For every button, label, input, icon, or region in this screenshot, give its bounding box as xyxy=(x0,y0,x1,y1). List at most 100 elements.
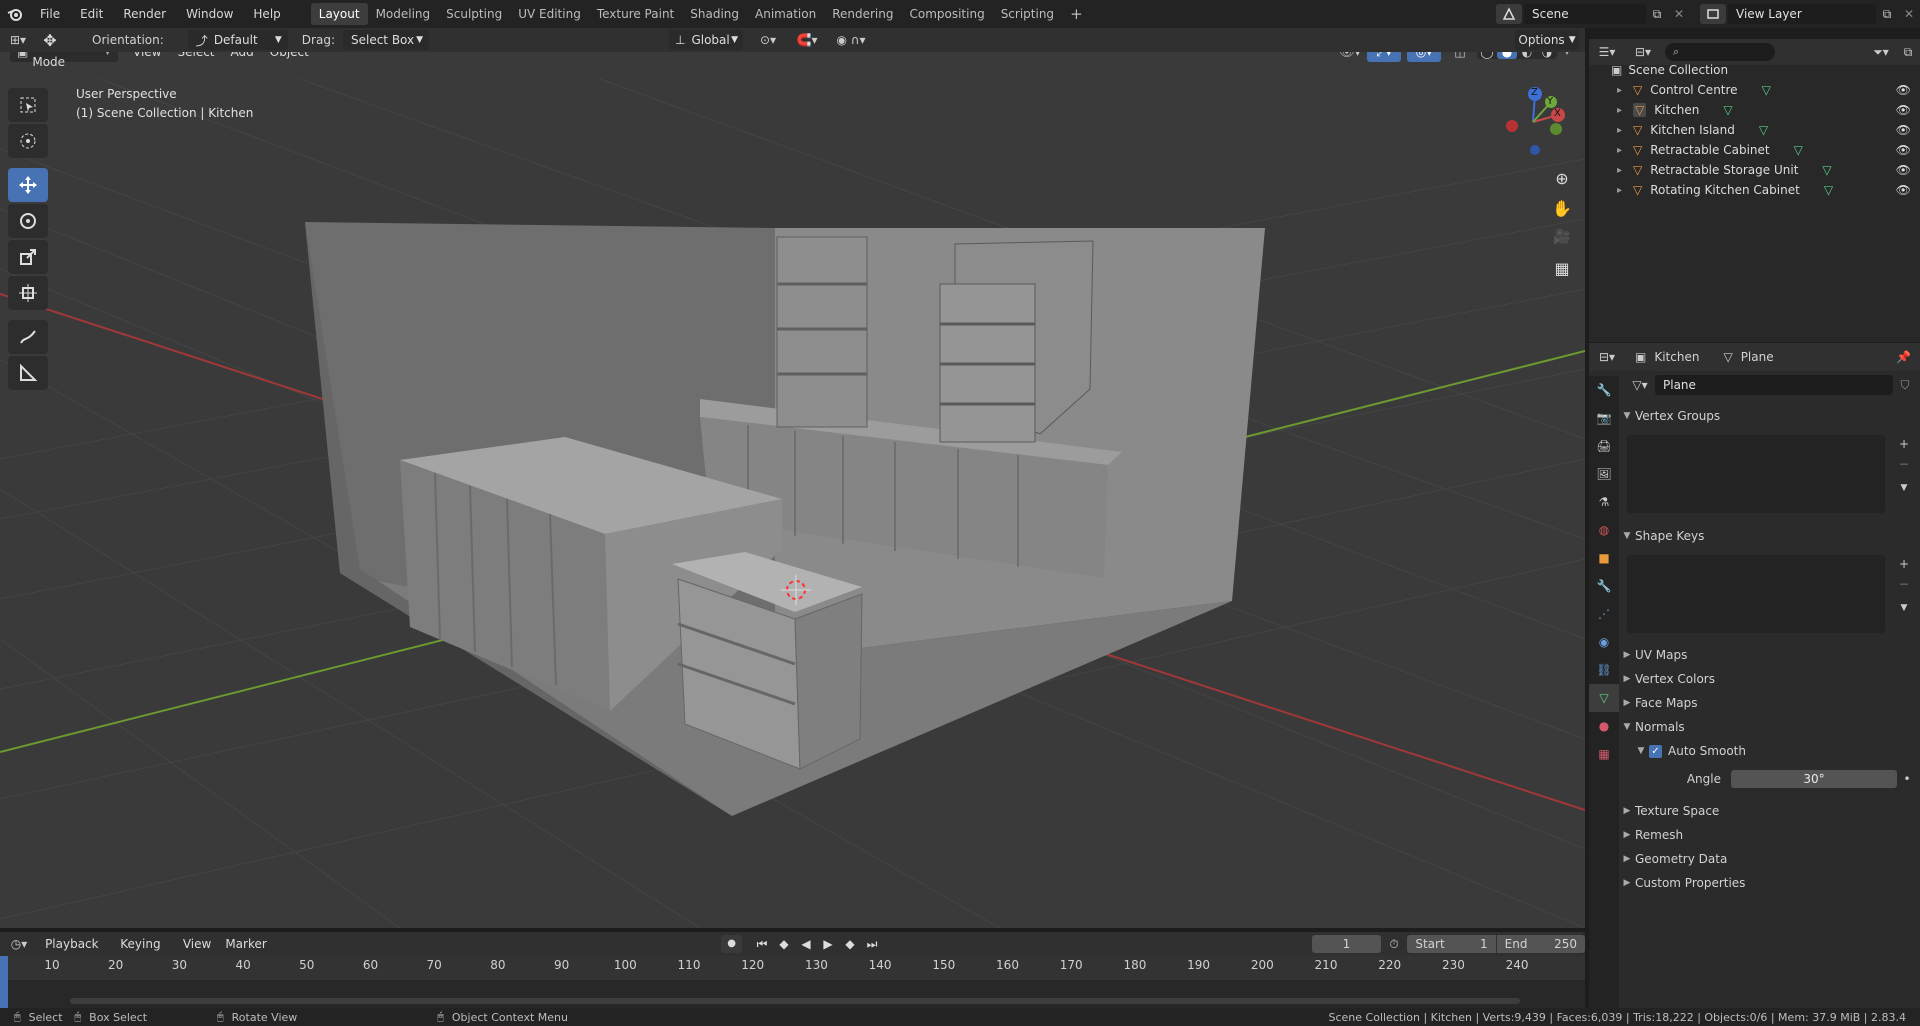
tab-rendering[interactable]: Rendering xyxy=(824,3,901,25)
delete-view-layer-icon[interactable]: ✕ xyxy=(1898,7,1920,21)
vertex-groups-panel-header[interactable]: ▼ Vertex Groups xyxy=(1619,404,1920,428)
next-keyframe-icon[interactable]: ◆ xyxy=(840,937,860,952)
play-reverse-icon[interactable]: ◀ xyxy=(796,937,816,952)
timeline-view-menu[interactable]: View xyxy=(176,934,218,954)
jump-start-icon[interactable]: ⏮ xyxy=(752,937,772,952)
object-tab-icon[interactable]: ■ xyxy=(1589,544,1619,572)
orientation-select[interactable]: ⤴ Default ▼ xyxy=(187,30,288,50)
view-layer-tab-icon[interactable]: 🖼 xyxy=(1589,460,1619,488)
expand-arrow-icon[interactable]: ▸ xyxy=(1617,105,1629,116)
options-dropdown[interactable]: Options ▼ xyxy=(1515,30,1579,50)
menu-file[interactable]: File xyxy=(30,3,70,25)
add-shape-key-button[interactable]: + xyxy=(1895,557,1913,571)
grid-view-icon[interactable]: ▦ xyxy=(1547,259,1577,289)
vertex-colors-panel-header[interactable]: ▶ Vertex Colors xyxy=(1619,667,1920,691)
new-collection-icon[interactable]: ⧉ xyxy=(1896,45,1920,60)
visibility-eye-icon[interactable]: 👁 xyxy=(1896,83,1911,97)
outliner-item[interactable]: ▸ ▽ Control Centre ▽ 👁 xyxy=(1617,80,1917,100)
mesh-data-icon[interactable]: ▽ xyxy=(1762,83,1771,97)
tab-sculpting[interactable]: Sculpting xyxy=(438,3,510,25)
tab-shading[interactable]: Shading xyxy=(682,3,747,25)
outliner-item[interactable]: ▸ ▽ Retractable Cabinet ▽ 👁 xyxy=(1617,140,1917,160)
tab-compositing[interactable]: Compositing xyxy=(901,3,992,25)
mesh-data-icon[interactable]: ▽ xyxy=(1794,143,1803,157)
shape-keys-panel-header[interactable]: ▼ Shape Keys xyxy=(1619,524,1920,548)
mesh-data-icon[interactable]: ▽ xyxy=(1759,123,1768,137)
expand-arrow-icon[interactable]: ▸ xyxy=(1617,145,1629,156)
remesh-panel-header[interactable]: ▶ Remesh xyxy=(1619,823,1920,847)
mesh-data-tab-icon[interactable]: ▽ xyxy=(1589,684,1619,712)
keyframe-dot-icon[interactable]: • xyxy=(1897,772,1917,786)
playhead[interactable] xyxy=(0,956,8,1008)
3d-viewport[interactable]: ▣ Object Mode ▼ View Select Add Object 👁… xyxy=(0,39,1585,928)
end-frame-field[interactable]: End 250 xyxy=(1496,935,1585,953)
blender-logo-icon[interactable] xyxy=(0,6,30,22)
pivot-icon[interactable]: ⊙▾ xyxy=(751,33,785,47)
face-maps-panel-header[interactable]: ▶ Face Maps xyxy=(1619,691,1920,715)
new-view-layer-icon[interactable]: ⧉ xyxy=(1876,7,1898,22)
transform-orientation-select[interactable]: ⊥ Global ▼ xyxy=(668,30,743,50)
outliner-editor-icon[interactable]: ☰▾ xyxy=(1589,45,1625,59)
output-tab-icon[interactable]: 🖨 xyxy=(1589,432,1619,460)
texture-tab-icon[interactable]: ▦ xyxy=(1589,740,1619,768)
visibility-eye-icon[interactable]: 👁 xyxy=(1896,183,1911,197)
expand-arrow-icon[interactable]: ▸ xyxy=(1617,125,1629,136)
snap-icon[interactable]: 🧲▾ xyxy=(785,33,829,47)
editor-type-icon[interactable]: ⊞▾ xyxy=(0,33,36,47)
outliner-item[interactable]: ▸ ▽ Rotating Kitchen Cabinet ▽ 👁 xyxy=(1617,180,1917,200)
vertex-group-menu-icon[interactable]: ▼ xyxy=(1895,483,1913,493)
tab-uv-editing[interactable]: UV Editing xyxy=(510,3,589,25)
zoom-icon[interactable]: ⊕ xyxy=(1547,169,1577,199)
geometry-data-panel-header[interactable]: ▶ Geometry Data xyxy=(1619,847,1920,871)
modifier-tab-icon[interactable]: 🔧 xyxy=(1589,572,1619,600)
add-vertex-group-button[interactable]: + xyxy=(1895,437,1913,451)
texture-space-panel-header[interactable]: ▶ Texture Space xyxy=(1619,799,1920,823)
scene-icon[interactable] xyxy=(1496,4,1522,24)
tab-animation[interactable]: Animation xyxy=(747,3,824,25)
measure-tool-icon[interactable] xyxy=(8,356,48,390)
scale-tool-icon[interactable] xyxy=(8,240,48,274)
transform-tool-icon[interactable] xyxy=(8,276,48,310)
menu-edit[interactable]: Edit xyxy=(70,3,113,25)
uv-maps-panel-header[interactable]: ▶ UV Maps xyxy=(1619,643,1920,667)
timeline-scrollbar[interactable] xyxy=(70,998,1520,1004)
select-box-tool-icon[interactable] xyxy=(8,88,48,122)
visibility-eye-icon[interactable]: 👁 xyxy=(1896,143,1911,157)
shape-keys-list[interactable] xyxy=(1627,555,1885,633)
mesh-data-icon[interactable]: ▽ xyxy=(1824,183,1833,197)
menu-render[interactable]: Render xyxy=(113,3,176,25)
proportional-edit-icon[interactable]: ◉ ∩▾ xyxy=(829,33,873,47)
jump-end-icon[interactable]: ⏭ xyxy=(862,937,882,952)
new-scene-icon[interactable]: ⧉ xyxy=(1646,7,1668,22)
start-frame-field[interactable]: Start 1 xyxy=(1407,935,1496,953)
expand-arrow-icon[interactable]: ▸ xyxy=(1617,165,1629,176)
mesh-data-icon[interactable]: ▽ xyxy=(1723,103,1732,117)
navigation-gizmo[interactable]: Z X Y xyxy=(1498,87,1568,157)
shape-key-menu-icon[interactable]: ▼ xyxy=(1895,603,1913,613)
auto-smooth-checkbox[interactable]: ✓ xyxy=(1649,744,1662,758)
play-icon[interactable]: ▶ xyxy=(818,937,838,952)
timeline-ruler[interactable]: 10 20 30 40 50 60 70 80 90 100 110 120 130 140 150 160 1… xyxy=(0,956,1585,980)
tab-modeling[interactable]: Modeling xyxy=(368,3,439,25)
visibility-eye-icon[interactable]: 👁 xyxy=(1896,103,1911,117)
outliner-scene-collection[interactable]: ▣ Scene Collection xyxy=(1611,60,1728,80)
current-frame-field[interactable]: 1 xyxy=(1312,935,1381,953)
angle-field[interactable]: 30° xyxy=(1731,770,1897,788)
filter-icon[interactable]: ⏷▾ xyxy=(1866,45,1896,60)
material-tab-icon[interactable]: ● xyxy=(1589,712,1619,740)
display-mode-icon[interactable]: ⊟▾ xyxy=(1625,45,1661,59)
view-layer-icon[interactable] xyxy=(1700,4,1726,24)
tab-scripting[interactable]: Scripting xyxy=(993,3,1062,25)
outliner-item[interactable]: ▸ ▽ Retractable Storage Unit ▽ 👁 xyxy=(1617,160,1917,180)
fake-user-icon[interactable]: ⛉ xyxy=(1893,378,1917,393)
menu-window[interactable]: Window xyxy=(176,3,243,25)
custom-properties-panel-header[interactable]: ▶ Custom Properties xyxy=(1619,871,1920,895)
tab-layout[interactable]: Layout xyxy=(310,3,368,25)
expand-arrow-icon[interactable]: ▸ xyxy=(1617,185,1629,196)
preview-range-icon[interactable]: ⏱ xyxy=(1381,937,1408,952)
remove-vertex-group-button[interactable]: − xyxy=(1895,457,1913,471)
prev-keyframe-icon[interactable]: ◆ xyxy=(774,937,794,952)
tab-texture-paint[interactable]: Texture Paint xyxy=(589,3,682,25)
rotate-tool-icon[interactable] xyxy=(8,204,48,238)
pan-hand-icon[interactable]: ✋ xyxy=(1547,199,1577,229)
